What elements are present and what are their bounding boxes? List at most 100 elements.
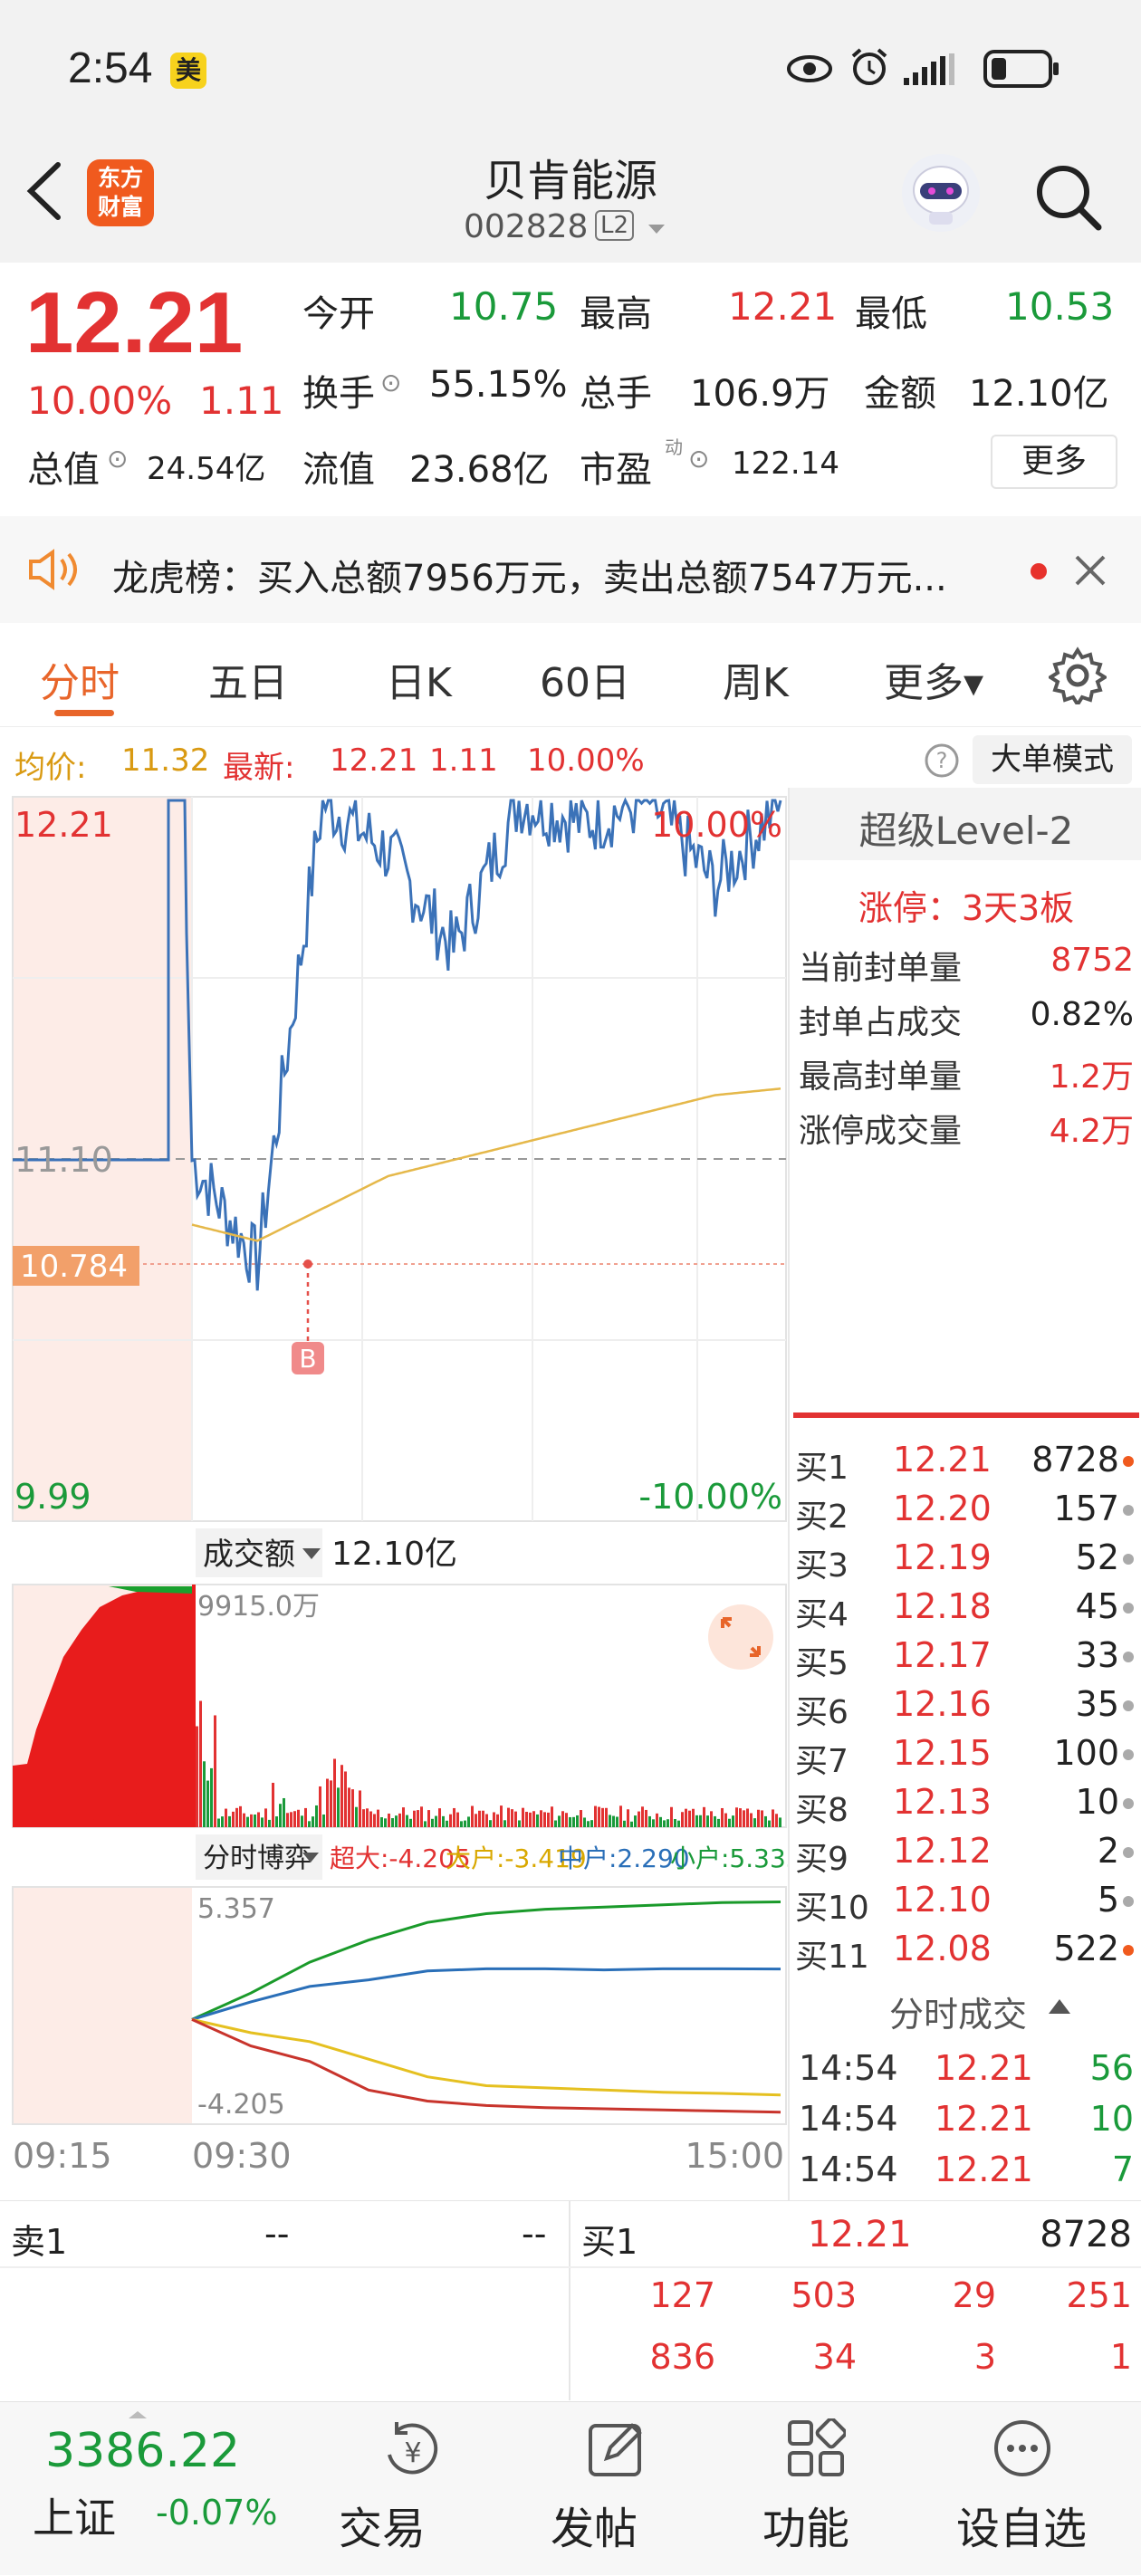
info-icon[interactable]: ⊙ [688, 444, 709, 474]
book-row[interactable]: 买8 12.13 10 [790, 1780, 1141, 1829]
volume-bar [641, 1806, 644, 1827]
last-pct: 10.00% [527, 742, 645, 779]
bottom-order-summary: 卖1 -- -- 买1 12.21 8728 127 503 29 251 83… [0, 2200, 1141, 2400]
tab-intraday[interactable]: 分时 [40, 650, 120, 708]
volume-bar [456, 1812, 459, 1827]
avg-label: 均价: [14, 750, 87, 786]
nav-post-label: 发帖 [551, 2504, 638, 2554]
volume-bar [217, 1818, 220, 1827]
tab-five-day[interactable]: 五日 [208, 650, 288, 708]
tab-60-day[interactable]: 60日 [540, 650, 630, 708]
nav-watchlist[interactable]: 设自选 [933, 2402, 1141, 2576]
book-row[interactable]: 买3 12.19 52 [790, 1536, 1141, 1585]
book-row[interactable]: 买11 12.08 522 [790, 1927, 1141, 1976]
volume-bar [728, 1818, 731, 1827]
tab-daily-k[interactable]: 日K [386, 650, 452, 708]
volume-bar [670, 1806, 673, 1827]
more-button[interactable]: 更多 [991, 435, 1117, 489]
tick-time: 14:54 [799, 2150, 898, 2189]
level2-stat-value: 1.2万 [1049, 1058, 1134, 1096]
volume-bar [493, 1812, 495, 1827]
volume-bar [206, 1780, 209, 1827]
volume-bar [757, 1809, 760, 1827]
book-row[interactable]: 买4 12.18 45 [790, 1585, 1141, 1633]
volume-bar [438, 1808, 441, 1827]
volume-bar [532, 1811, 535, 1827]
volume-bar [656, 1813, 658, 1827]
large-order-mode-button[interactable]: 大单模式 [973, 735, 1132, 784]
volume-bar [471, 1805, 474, 1827]
volume-bar [772, 1809, 774, 1827]
book-row[interactable]: 买6 12.16 35 [790, 1682, 1141, 1731]
volume-bar [695, 1815, 698, 1827]
caret-up-icon [1049, 1999, 1070, 2014]
book-row[interactable]: 买10 12.10 5 [790, 1878, 1141, 1927]
volume-bar [453, 1807, 455, 1827]
volume-bar [489, 1820, 492, 1827]
tick-volume: 10 [1089, 2099, 1134, 2139]
volume-bar [409, 1818, 412, 1827]
cursor-price: 10.784 [20, 1249, 128, 1285]
queue-qty: 1 [1109, 2337, 1132, 2377]
close-icon[interactable] [1074, 554, 1107, 587]
book-row[interactable]: 买5 12.17 33 [790, 1633, 1141, 1682]
tab-weekly-k[interactable]: 周K [723, 650, 789, 708]
nav-features[interactable]: 功能 [739, 2402, 920, 2576]
dragon-tiger-notice[interactable]: 龙虎榜：买入总额7956万元，卖出总额7547万元... [0, 516, 1141, 623]
book-row[interactable]: 买7 12.15 100 [790, 1731, 1141, 1780]
flow-large-line [191, 2017, 781, 2097]
signal-icon [904, 53, 954, 85]
volume-bar [681, 1812, 684, 1827]
sell1-price: -- [264, 2214, 290, 2254]
level2-stat-label: 封单占成交 [799, 1004, 963, 1041]
level2-title: 超级Level-2 [858, 809, 1074, 853]
amount-label: 金额 [864, 373, 936, 415]
volume-label: 总手 [580, 373, 652, 415]
ticks-header[interactable]: 分时成交 [790, 1979, 1141, 2035]
book-row[interactable]: 买2 12.20 157 [790, 1487, 1141, 1536]
tick-time: 14:54 [799, 2099, 898, 2139]
index-ticker[interactable]: 3386.22 上证 -0.07% [0, 2402, 299, 2576]
help-icon[interactable]: ? [924, 742, 960, 779]
tab-more[interactable]: 更多▾ [884, 650, 983, 708]
volume-bar [330, 1780, 332, 1827]
gear-icon[interactable] [1049, 646, 1107, 704]
volume-bar [377, 1809, 379, 1827]
volume-bar [594, 1805, 597, 1827]
volume-bar [243, 1813, 245, 1827]
book-qty: 35 [1075, 1684, 1119, 1724]
book-qty: 157 [1053, 1489, 1119, 1528]
info-icon[interactable]: ⊙ [107, 444, 128, 474]
volume-bar [427, 1810, 430, 1827]
nav-post[interactable]: 发帖 [525, 2402, 706, 2576]
volume-bar [688, 1810, 691, 1827]
low-value: 10.53 [1005, 284, 1115, 329]
volume-bar [279, 1804, 282, 1827]
nav-trade[interactable]: ¥ 交易 [317, 2402, 498, 2576]
volume-bars [196, 1700, 781, 1827]
volume-bar [630, 1821, 633, 1827]
volume-bar [232, 1811, 235, 1827]
info-icon[interactable]: ⊙ [380, 368, 401, 397]
volume-bar [482, 1810, 484, 1827]
level2-header[interactable]: 超级Level-2 [790, 788, 1141, 860]
book-qty: 33 [1075, 1635, 1119, 1675]
intraday-chart[interactable]: B 10.784 12.21 10.00% 11.10 9.99 -10.00%… [0, 788, 788, 2200]
volume-bar [619, 1805, 622, 1827]
chart-info-line: 均价: 11.32 最新: 12.21 1.11 10.00% ? 大单模式 [0, 730, 1141, 788]
assistant-avatar[interactable] [902, 154, 980, 232]
volume-bar [228, 1815, 231, 1827]
grid-icon [788, 2418, 846, 2476]
volume-bar [398, 1813, 401, 1827]
queue-qty: 34 [812, 2337, 857, 2377]
volume-bar [431, 1818, 434, 1827]
volume-bar [503, 1820, 506, 1827]
chevron-down-icon[interactable] [647, 223, 666, 235]
book-level: 买11 [795, 1939, 869, 1976]
book-level: 买3 [795, 1547, 849, 1585]
book-row[interactable]: 买9 12.12 2 [790, 1829, 1141, 1878]
book-row[interactable]: 买1 12.21 8728 [790, 1438, 1141, 1487]
book-price: 12.15 [893, 1733, 992, 1773]
search-icon[interactable] [1032, 161, 1105, 234]
volume-bar [648, 1815, 651, 1827]
